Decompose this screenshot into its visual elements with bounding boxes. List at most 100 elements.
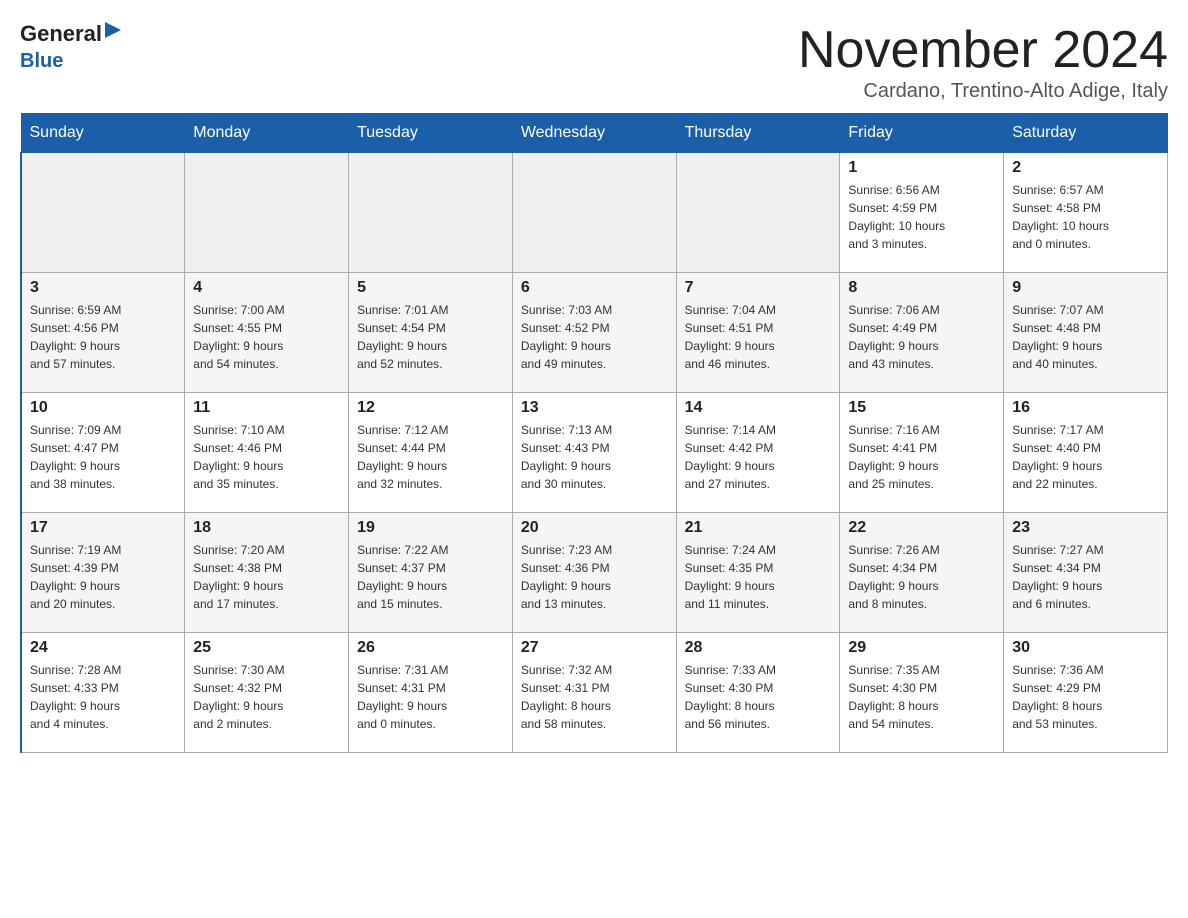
- day-number: 9: [1012, 279, 1159, 297]
- day-number: 14: [685, 399, 832, 417]
- day-info: Sunrise: 6:57 AM Sunset: 4:58 PM Dayligh…: [1012, 181, 1159, 253]
- day-number: 21: [685, 519, 832, 537]
- calendar-cell: 11 Sunrise: 7:10 AM Sunset: 4:46 PM Dayli…: [185, 393, 349, 513]
- day-number: 18: [193, 519, 340, 537]
- calendar-cell: 19 Sunrise: 7:22 AM Sunset: 4:37 PM Dayli…: [349, 513, 513, 633]
- day-number: 22: [848, 519, 995, 537]
- day-header-monday: Monday: [185, 114, 349, 153]
- day-info: Sunrise: 7:04 AM Sunset: 4:51 PM Dayligh…: [685, 301, 832, 373]
- title-section: November 2024 Cardano, Trentino-Alto Adi…: [798, 20, 1168, 103]
- day-number: 25: [193, 639, 340, 657]
- day-number: 16: [1012, 399, 1159, 417]
- calendar-cell: 12 Sunrise: 7:12 AM Sunset: 4:44 PM Dayli…: [349, 393, 513, 513]
- day-number: 30: [1012, 639, 1159, 657]
- calendar-cell: 26 Sunrise: 7:31 AM Sunset: 4:31 PM Dayli…: [349, 633, 513, 753]
- calendar-table: SundayMondayTuesdayWednesdayThursdayFrid…: [20, 113, 1168, 753]
- day-number: 4: [193, 279, 340, 297]
- day-info: Sunrise: 7:12 AM Sunset: 4:44 PM Dayligh…: [357, 421, 504, 493]
- calendar-cell: [349, 153, 513, 273]
- calendar-cell: 2 Sunrise: 6:57 AM Sunset: 4:58 PM Daylig…: [1004, 153, 1168, 273]
- logo: General Blue: [20, 20, 126, 73]
- calendar-cell: [512, 153, 676, 273]
- day-info: Sunrise: 7:35 AM Sunset: 4:30 PM Dayligh…: [848, 661, 995, 733]
- day-number: 13: [521, 399, 668, 417]
- logo-flag-icon: [103, 20, 125, 42]
- calendar-cell: 20 Sunrise: 7:23 AM Sunset: 4:36 PM Dayli…: [512, 513, 676, 633]
- day-number: 8: [848, 279, 995, 297]
- month-title: November 2024: [798, 20, 1168, 80]
- day-number: 19: [357, 519, 504, 537]
- day-info: Sunrise: 7:33 AM Sunset: 4:30 PM Dayligh…: [685, 661, 832, 733]
- calendar-cell: 28 Sunrise: 7:33 AM Sunset: 4:30 PM Dayli…: [676, 633, 840, 753]
- day-info: Sunrise: 7:22 AM Sunset: 4:37 PM Dayligh…: [357, 541, 504, 613]
- calendar-cell: 15Sunrise: 7:16 AM Sunset: 4:41 PM Dayli…: [840, 393, 1004, 513]
- calendar-week-3: 10 Sunrise: 7:09 AM Sunset: 4:47 PM Dayli…: [21, 393, 1168, 513]
- calendar-cell: 7 Sunrise: 7:04 AM Sunset: 4:51 PM Daylig…: [676, 273, 840, 393]
- day-info: Sunrise: 7:31 AM Sunset: 4:31 PM Dayligh…: [357, 661, 504, 733]
- logo-text: General: [20, 20, 126, 48]
- calendar-week-4: 17 Sunrise: 7:19 AM Sunset: 4:39 PM Dayli…: [21, 513, 1168, 633]
- logo-blue: Blue: [20, 50, 63, 73]
- calendar-cell: 29 Sunrise: 7:35 AM Sunset: 4:30 PM Dayli…: [840, 633, 1004, 753]
- day-info: Sunrise: 7:23 AM Sunset: 4:36 PM Dayligh…: [521, 541, 668, 613]
- calendar-cell: 9Sunrise: 7:07 AM Sunset: 4:48 PM Daylig…: [1004, 273, 1168, 393]
- calendar-week-5: 24 Sunrise: 7:28 AM Sunset: 4:33 PM Dayli…: [21, 633, 1168, 753]
- calendar-cell: 16 Sunrise: 7:17 AM Sunset: 4:40 PM Dayli…: [1004, 393, 1168, 513]
- day-header-sunday: Sunday: [21, 114, 185, 153]
- day-header-wednesday: Wednesday: [512, 114, 676, 153]
- day-info: Sunrise: 7:10 AM Sunset: 4:46 PM Dayligh…: [193, 421, 340, 493]
- logo-general: General: [20, 21, 102, 47]
- day-info: Sunrise: 7:26 AM Sunset: 4:34 PM Dayligh…: [848, 541, 995, 613]
- day-info: Sunrise: 7:24 AM Sunset: 4:35 PM Dayligh…: [685, 541, 832, 613]
- calendar-cell: 21 Sunrise: 7:24 AM Sunset: 4:35 PM Dayli…: [676, 513, 840, 633]
- day-number: 2: [1012, 159, 1159, 177]
- day-number: 3: [30, 279, 176, 297]
- calendar-cell: 22 Sunrise: 7:26 AM Sunset: 4:34 PM Dayli…: [840, 513, 1004, 633]
- day-number: 10: [30, 399, 176, 417]
- day-info: Sunrise: 7:01 AM Sunset: 4:54 PM Dayligh…: [357, 301, 504, 373]
- day-info: Sunrise: 7:36 AM Sunset: 4:29 PM Dayligh…: [1012, 661, 1159, 733]
- day-number: 27: [521, 639, 668, 657]
- day-number: 5: [357, 279, 504, 297]
- day-info: Sunrise: 7:06 AM Sunset: 4:49 PM Dayligh…: [848, 301, 995, 373]
- day-info: Sunrise: 7:17 AM Sunset: 4:40 PM Dayligh…: [1012, 421, 1159, 493]
- day-info: Sunrise: 7:32 AM Sunset: 4:31 PM Dayligh…: [521, 661, 668, 733]
- day-info: Sunrise: 7:27 AM Sunset: 4:34 PM Dayligh…: [1012, 541, 1159, 613]
- day-number: 17: [30, 519, 176, 537]
- calendar-cell: 14 Sunrise: 7:14 AM Sunset: 4:42 PM Dayli…: [676, 393, 840, 513]
- day-number: 23: [1012, 519, 1159, 537]
- day-info: Sunrise: 7:16 AM Sunset: 4:41 PM Dayligh…: [848, 421, 995, 493]
- day-number: 20: [521, 519, 668, 537]
- day-header-friday: Friday: [840, 114, 1004, 153]
- day-number: 12: [357, 399, 504, 417]
- calendar-cell: 8 Sunrise: 7:06 AM Sunset: 4:49 PM Daylig…: [840, 273, 1004, 393]
- day-info: Sunrise: 6:59 AM Sunset: 4:56 PM Dayligh…: [30, 301, 176, 373]
- calendar-cell: [676, 153, 840, 273]
- day-number: 28: [685, 639, 832, 657]
- day-info: Sunrise: 7:19 AM Sunset: 4:39 PM Dayligh…: [30, 541, 176, 613]
- day-info: Sunrise: 7:00 AM Sunset: 4:55 PM Dayligh…: [193, 301, 340, 373]
- day-number: 7: [685, 279, 832, 297]
- page-header: General Blue November 2024 Cardano, Tren…: [20, 20, 1168, 103]
- calendar-cell: 3 Sunrise: 6:59 AM Sunset: 4:56 PM Daylig…: [21, 273, 185, 393]
- day-number: 24: [30, 639, 176, 657]
- calendar-cell: 25Sunrise: 7:30 AM Sunset: 4:32 PM Dayli…: [185, 633, 349, 753]
- day-info: Sunrise: 7:20 AM Sunset: 4:38 PM Dayligh…: [193, 541, 340, 613]
- day-header-thursday: Thursday: [676, 114, 840, 153]
- day-info: Sunrise: 7:28 AM Sunset: 4:33 PM Dayligh…: [30, 661, 176, 733]
- calendar-cell: 24 Sunrise: 7:28 AM Sunset: 4:33 PM Dayli…: [21, 633, 185, 753]
- calendar-cell: 23 Sunrise: 7:27 AM Sunset: 4:34 PM Dayli…: [1004, 513, 1168, 633]
- location: Cardano, Trentino-Alto Adige, Italy: [798, 80, 1168, 103]
- calendar-cell: 30 Sunrise: 7:36 AM Sunset: 4:29 PM Dayli…: [1004, 633, 1168, 753]
- day-number: 29: [848, 639, 995, 657]
- day-number: 6: [521, 279, 668, 297]
- day-info: Sunrise: 7:14 AM Sunset: 4:42 PM Dayligh…: [685, 421, 832, 493]
- day-info: Sunrise: 7:09 AM Sunset: 4:47 PM Dayligh…: [30, 421, 176, 493]
- calendar-cell: [185, 153, 349, 273]
- day-number: 26: [357, 639, 504, 657]
- day-number: 11: [193, 399, 340, 417]
- calendar-cell: 18 Sunrise: 7:20 AM Sunset: 4:38 PM Dayli…: [185, 513, 349, 633]
- calendar-cell: 13Sunrise: 7:13 AM Sunset: 4:43 PM Dayli…: [512, 393, 676, 513]
- calendar-cell: 5 Sunrise: 7:01 AM Sunset: 4:54 PM Daylig…: [349, 273, 513, 393]
- calendar-cell: 6Sunrise: 7:03 AM Sunset: 4:52 PM Daylig…: [512, 273, 676, 393]
